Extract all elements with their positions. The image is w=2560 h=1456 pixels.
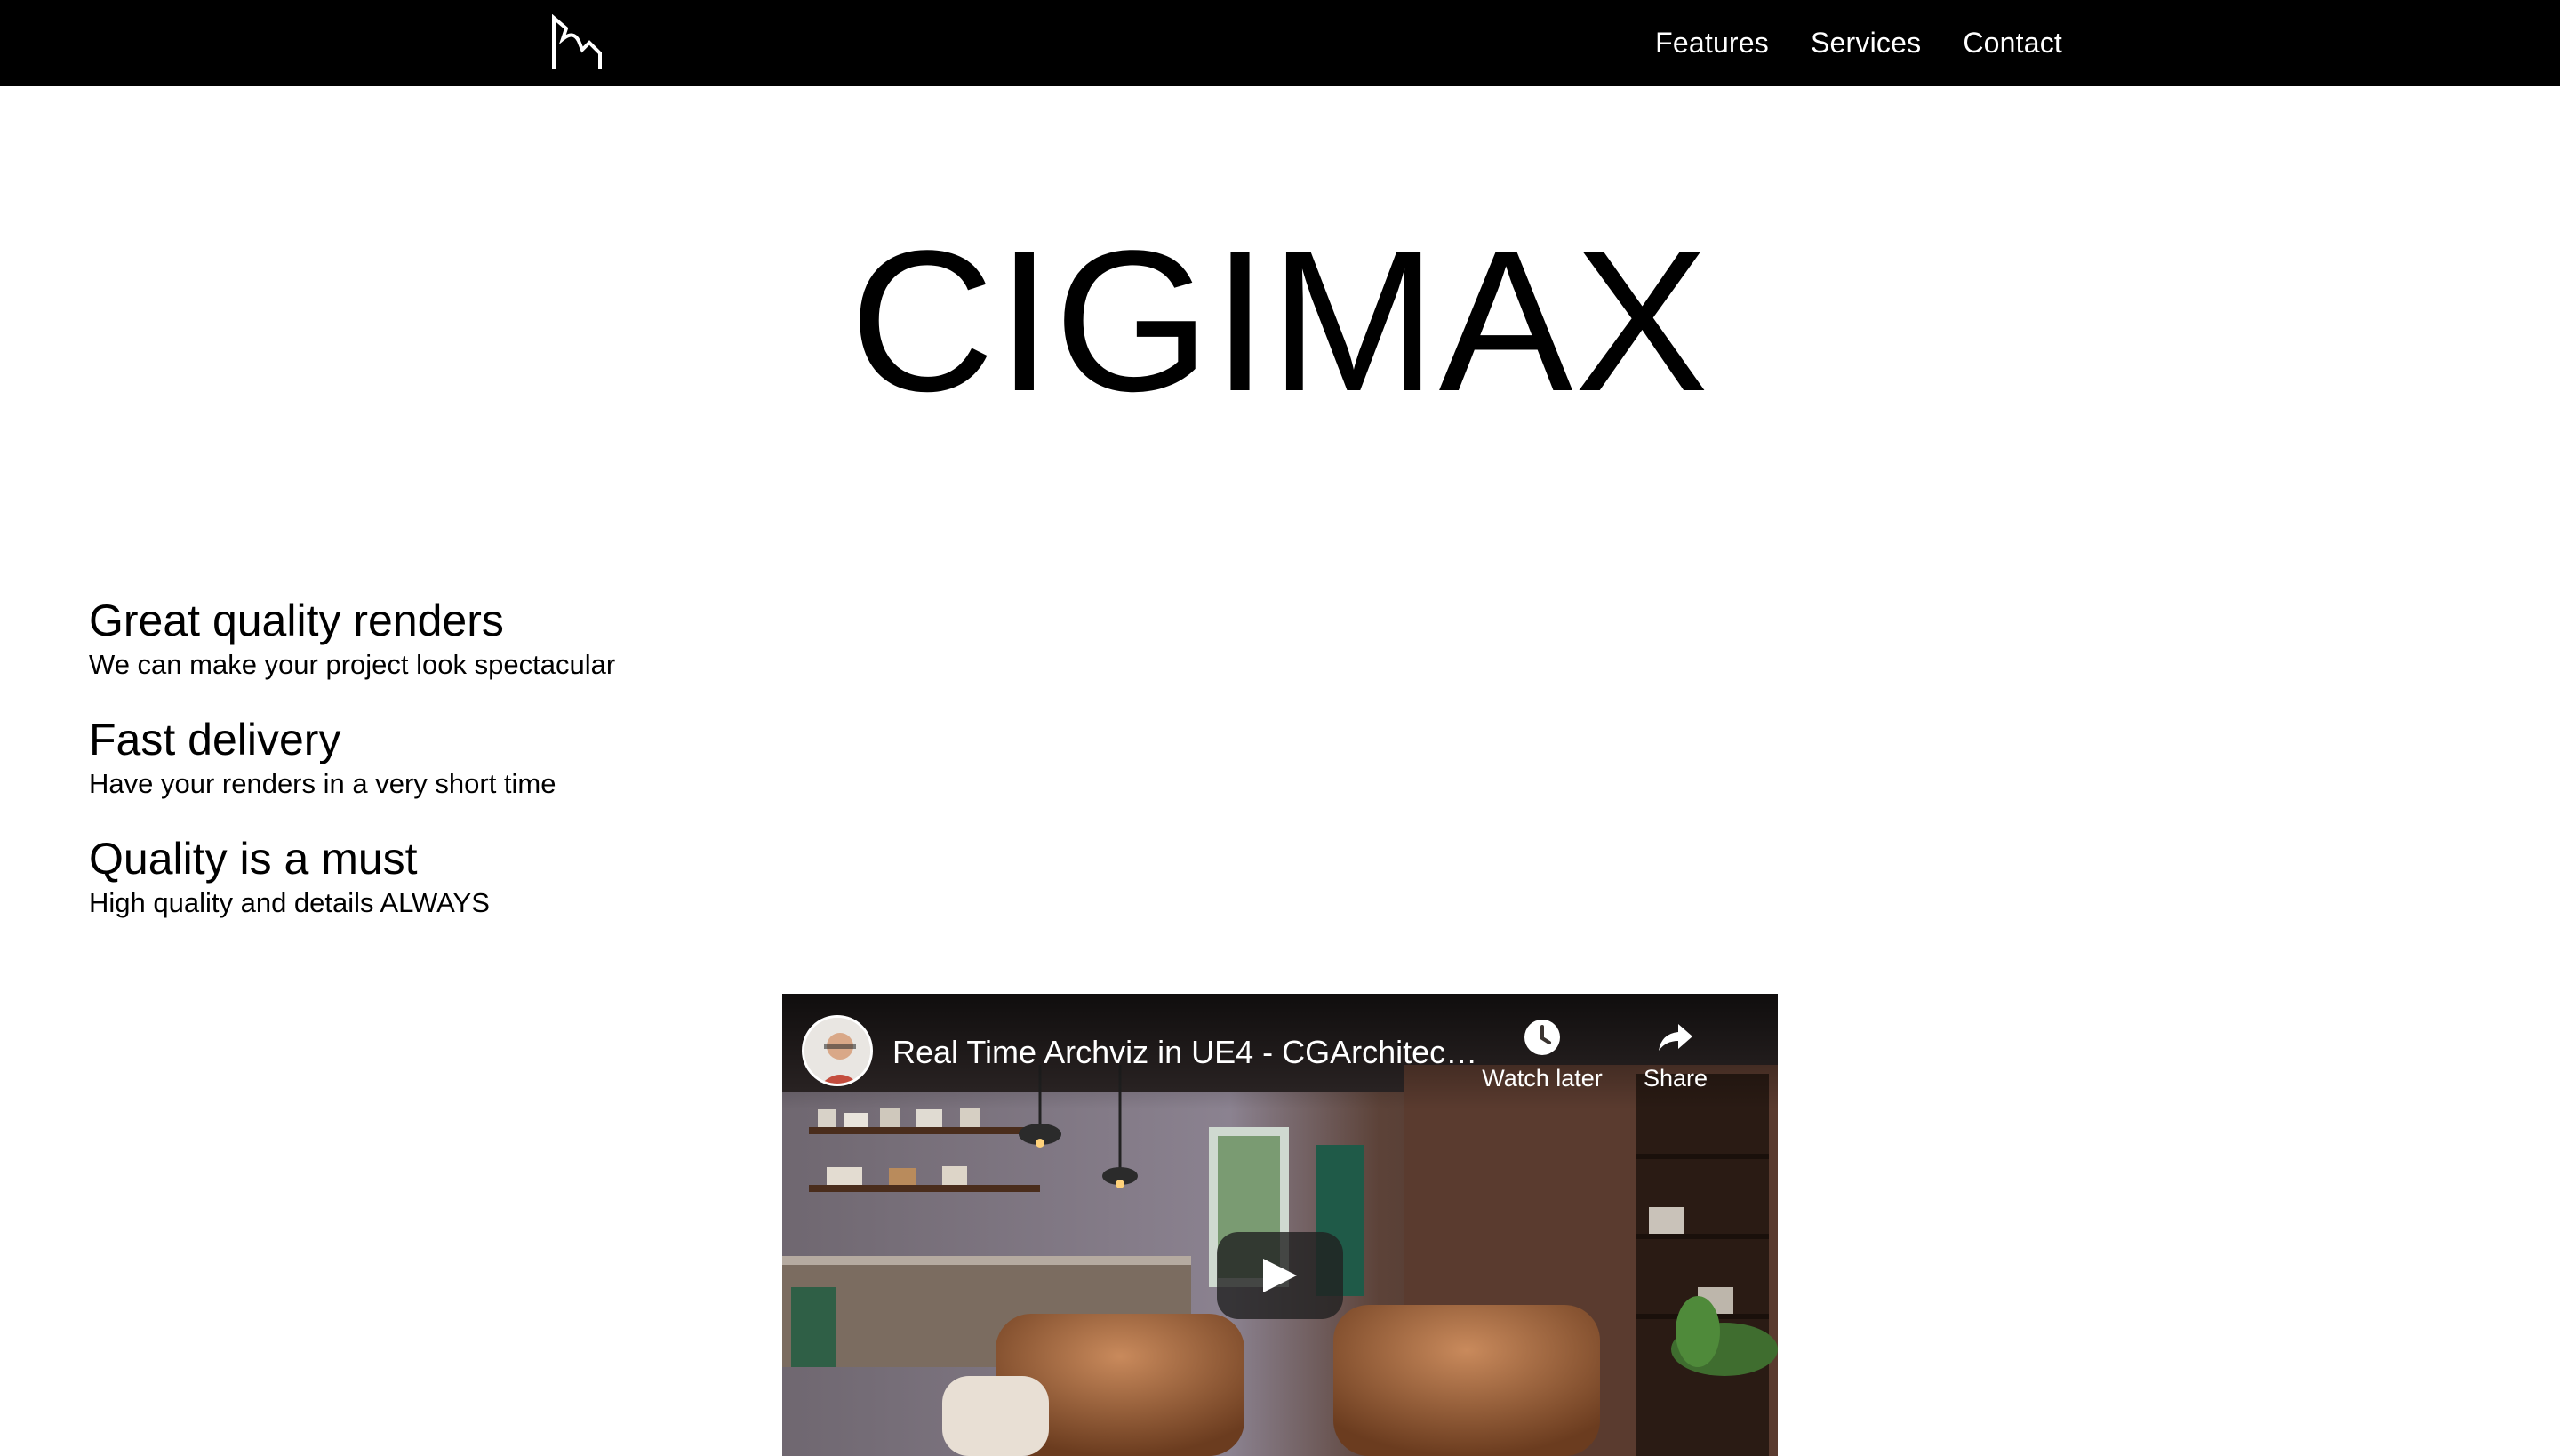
feature-item: Quality is a must High quality and detai… <box>89 834 615 921</box>
watch-later-button[interactable]: Watch later <box>1476 1015 1609 1092</box>
feature-item: Fast delivery Have your renders in a ver… <box>89 715 615 802</box>
watch-later-label: Watch later <box>1482 1065 1603 1092</box>
cigimax-logo-icon[interactable] <box>548 14 607 73</box>
share-button[interactable]: Share <box>1609 1015 1742 1092</box>
feature-description: High quality and details ALWAYS <box>89 887 490 918</box>
play-icon <box>1263 1259 1297 1292</box>
feature-title: Fast delivery <box>89 715 341 764</box>
video-embed[interactable]: Real Time Archviz in UE4 - CGArchitect A… <box>782 994 1778 1456</box>
share-label: Share <box>1643 1065 1708 1092</box>
feature-item: Great quality renders We can make your p… <box>89 596 615 683</box>
share-icon <box>1659 1024 1692 1051</box>
feature-title: Quality is a must <box>89 834 418 884</box>
feature-description: Have your renders in a very short time <box>89 768 556 799</box>
hero-title: CIGIMAX <box>849 208 1711 433</box>
nav-link-contact[interactable]: Contact <box>1963 27 2062 60</box>
navbar: Features Services Contact <box>0 0 2560 86</box>
play-button[interactable] <box>1217 1232 1343 1319</box>
channel-avatar[interactable] <box>802 1015 873 1086</box>
nav-links: Features Services Contact <box>1655 0 2062 86</box>
features-list: Great quality renders We can make your p… <box>89 596 615 953</box>
clock-icon <box>1524 1020 1560 1055</box>
feature-description: We can make your project look spectacula… <box>89 649 616 680</box>
feature-title: Great quality renders <box>89 596 504 645</box>
nav-link-features[interactable]: Features <box>1655 27 1769 60</box>
video-title[interactable]: Real Time Archviz in UE4 - CGArchitect A… <box>892 1033 1479 1072</box>
nav-link-services[interactable]: Services <box>1811 27 1921 60</box>
